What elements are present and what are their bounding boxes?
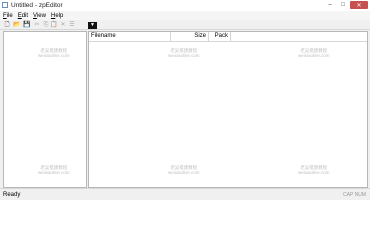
delete-icon[interactable]: ✕ (59, 21, 67, 29)
status-text: Ready (3, 192, 21, 198)
menu-edit[interactable]: Edit (18, 13, 28, 19)
maximize-button[interactable]: □ (337, 1, 349, 9)
menu-file[interactable]: File (3, 13, 13, 19)
column-header-filename[interactable]: Filename (89, 32, 171, 41)
title-bar: Untitled - zpEditor – □ ✕ (0, 0, 370, 11)
menu-view[interactable]: View (33, 13, 46, 19)
new-file-icon[interactable]: 🗋 (3, 21, 11, 29)
minimize-icon: – (328, 2, 332, 8)
close-icon: ✕ (356, 2, 362, 9)
menu-help[interactable]: Help (51, 13, 63, 19)
properties-icon[interactable]: ☰ (68, 21, 76, 29)
open-folder-icon[interactable]: 📂 (13, 21, 21, 29)
column-header-pack[interactable]: Pack (209, 32, 231, 41)
paste-icon[interactable]: 📋 (50, 21, 58, 29)
list-header: Filename Size Pack (89, 32, 367, 42)
maximize-icon: □ (341, 2, 345, 8)
watermark: 老吴搭建教程 weixiaolive.com (298, 48, 330, 58)
status-bar: Ready CAP NUM (0, 188, 370, 200)
status-indicators: CAP NUM (343, 192, 366, 198)
watermark: 老吴搭建教程 weixiaolive.com (38, 48, 70, 58)
dropdown-icon[interactable]: ▼ (88, 22, 97, 29)
app-window: Untitled - zpEditor – □ ✕ File Edit View… (0, 0, 370, 200)
cut-icon[interactable]: ✂ (33, 21, 41, 29)
app-icon (2, 2, 8, 8)
watermark: 老吴搭建教程 weixiaolive.com (168, 165, 200, 175)
close-button[interactable]: ✕ (350, 1, 368, 9)
toolbar: 🗋 📂 💾 ✂ ⎘ 📋 ✕ ☰ ▼ (0, 20, 370, 30)
window-title: Untitled - zpEditor (11, 2, 63, 9)
menu-bar: File Edit View Help (0, 11, 370, 20)
watermark: 老吴搭建教程 weixiaolive.com (38, 165, 70, 175)
watermark: 老吴搭建教程 weixiaolive.com (168, 48, 200, 58)
watermark: 老吴搭建教程 weixiaolive.com (298, 165, 330, 175)
copy-icon[interactable]: ⎘ (42, 21, 50, 29)
column-header-size[interactable]: Size (171, 32, 209, 41)
save-icon[interactable]: 💾 (23, 21, 31, 29)
minimize-button[interactable]: – (324, 1, 336, 9)
